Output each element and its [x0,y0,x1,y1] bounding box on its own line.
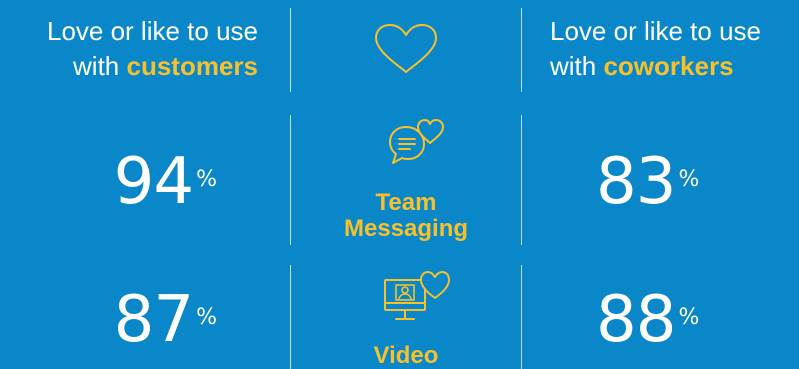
stat-value: 87 [113,283,194,357]
divider-mid-left [290,115,291,245]
heart-icon [372,22,440,76]
header-coworkers-line1: Love or like to use [550,16,762,46]
header-customers-line2: with customers [47,49,258,84]
team-messaging-label-line1: Team [375,189,437,216]
stat-value: 83 [596,145,676,219]
chat-bubbles-heart-icon [386,117,448,167]
divider-bottom-right [521,265,522,369]
header-customers-highlight: customers [126,51,259,81]
team-messaging-label-line2: Messaging [343,215,469,242]
divider-mid-right [521,115,522,245]
stat-unit: % [196,305,217,330]
header-coworkers-line2: with coworkers [550,49,761,84]
video-label-line1: Video [373,342,439,369]
header-customers-prefix: with [73,51,127,81]
stat-unit: % [678,167,700,192]
video-customers-stat: 87% [114,288,217,352]
stat-unit: % [678,305,700,330]
header-coworkers: Love or like to use with coworkers [550,14,761,84]
team-messaging-coworkers-stat: 83% [596,150,699,214]
monitor-video-heart-icon [381,268,453,326]
stat-value: 88 [596,283,676,357]
divider-top-right [521,8,522,92]
stat-value: 94 [113,145,194,219]
team-messaging-customers-stat: 94% [114,150,217,214]
divider-bottom-left [290,265,291,369]
header-customers: Love or like to use with customers [47,14,258,84]
video-coworkers-stat: 88% [596,288,699,352]
header-coworkers-prefix: with [550,51,604,81]
team-messaging-label: Team Messaging [296,190,516,242]
video-label: Video [296,343,516,369]
divider-top-left [290,8,291,92]
header-customers-line1: Love or like to use [46,16,258,46]
header-coworkers-highlight: coworkers [603,51,734,81]
stat-unit: % [196,167,217,192]
